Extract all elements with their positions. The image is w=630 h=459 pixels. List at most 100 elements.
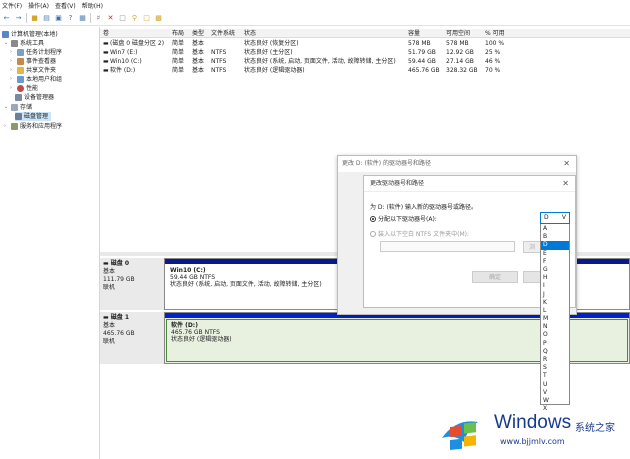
extended-view-icon[interactable]: ▦ [78, 13, 87, 22]
disk-icon: ▬ [103, 260, 111, 267]
collapse-icon[interactable]: ⌄ [4, 103, 9, 112]
drive-letter-option[interactable]: U [541, 381, 569, 389]
tree-event-viewer[interactable]: › 事件查看器 [10, 57, 56, 66]
up-folder-icon[interactable]: ■ [30, 13, 39, 22]
forward-icon[interactable]: → [14, 13, 23, 22]
column-header-filesystem[interactable]: 文件系统 [211, 29, 235, 38]
drive-letter-option[interactable]: V [541, 389, 569, 397]
drive-letter-option[interactable]: I [541, 282, 569, 290]
disk-0-name: 磁盘 0 [110, 260, 130, 267]
drive-letter-option[interactable]: J [541, 291, 569, 299]
column-header-percent-free[interactable]: % 可用 [485, 29, 505, 38]
computer-icon [2, 31, 9, 38]
chevron-down-icon[interactable]: V [562, 213, 566, 223]
tree-device-manager[interactable]: 设备管理器 [15, 93, 54, 102]
drive-letter-option[interactable]: O [541, 331, 569, 339]
tree-local-users[interactable]: › 本地用户和组 [10, 75, 62, 84]
radio-selected-icon[interactable] [370, 215, 376, 222]
drive-letter-option[interactable]: B [541, 233, 569, 241]
tree-root-label: 计算机管理(本地) [11, 31, 58, 38]
volume-filesystem: NTFS [211, 49, 227, 56]
disk-1-label[interactable]: ▬ 磁盘 1 基本 465.76 GB 联机 [100, 312, 164, 364]
drive-letter-option[interactable]: S [541, 364, 569, 372]
drive-letter-option[interactable]: R [541, 356, 569, 364]
inner-ok-button[interactable]: 确定 [472, 271, 518, 283]
expand-icon[interactable]: › [10, 66, 15, 75]
drive-letter-option[interactable]: G [541, 266, 569, 274]
drive-letter-option[interactable]: A [541, 225, 569, 233]
drive-letter-option[interactable]: F [541, 258, 569, 266]
drive-letter-option[interactable]: K [541, 299, 569, 307]
expand-icon[interactable]: › [10, 75, 15, 84]
menu-action[interactable]: 操作(A) [28, 1, 49, 10]
new-document-icon[interactable]: □ [118, 13, 127, 22]
drive-letter-option[interactable]: L [541, 307, 569, 315]
connect-icon[interactable]: ♯ [94, 13, 103, 22]
mount-folder-option[interactable]: 装入以下空白 NTFS 文件夹中(M): [370, 229, 469, 238]
menu-view[interactable]: 查看(V) [55, 1, 76, 10]
help-icon[interactable]: ? [66, 13, 75, 22]
device-manager-icon [15, 94, 22, 101]
search-document-icon[interactable]: ⚲ [130, 13, 139, 22]
disk-0-type: 基本 [103, 268, 116, 275]
delete-icon[interactable]: ✕ [106, 13, 115, 22]
column-header-volume[interactable]: 卷 [103, 29, 109, 38]
open-folder-icon[interactable]: □ [142, 13, 151, 22]
radio-unselected-icon[interactable] [370, 230, 376, 237]
disk-0-status: 联机 [103, 284, 116, 291]
folder-path-input[interactable] [380, 241, 515, 252]
properties-icon[interactable]: ▣ [54, 13, 63, 22]
drive-letter-option[interactable]: E [541, 250, 569, 258]
collapse-icon[interactable]: ⌄ [4, 39, 9, 48]
column-header-capacity[interactable]: 容量 [408, 29, 420, 38]
volume-capacity: 59.44 GB [408, 58, 436, 65]
disk-management-icon [15, 113, 22, 120]
column-header-type[interactable]: 类型 [192, 29, 204, 38]
menu-file[interactable]: 文件(F) [2, 1, 22, 10]
tree-services[interactable]: › 服务和应用程序 [4, 122, 62, 131]
volume-status: 状态良好 (逻辑驱动器) [244, 67, 305, 74]
drive-letter-option[interactable]: P [541, 340, 569, 348]
column-header-free-space[interactable]: 可用空间 [446, 29, 470, 38]
tree-disk-management[interactable]: 磁盘管理 [15, 112, 52, 121]
table-row[interactable]: ▬ (磁盘 0 磁盘分区 2) 简单 基本 状态良好 (恢复分区) 578 MB… [100, 39, 630, 48]
dialog-title: 更改 D: (软件) 的驱动器号和路径 [338, 156, 576, 172]
column-header-status[interactable]: 状态 [244, 29, 256, 38]
console-tree-icon[interactable]: ▤ [42, 13, 51, 22]
drive-letter-option[interactable]: Q [541, 348, 569, 356]
properties-doc-icon[interactable]: ▩ [154, 13, 163, 22]
drive-letter-option[interactable]: W [541, 397, 569, 405]
expand-icon[interactable]: › [4, 122, 9, 131]
close-icon[interactable]: ✕ [562, 176, 569, 192]
expand-icon[interactable]: › [10, 84, 15, 93]
close-icon[interactable]: ✕ [563, 156, 570, 172]
navigation-tree: 计算机管理(本地) ⌄ 系统工具 › 任务计划程序 › 事件查看器 › 共享文件… [0, 27, 100, 459]
watermark: Windows 系统之家 www.bjjmlv.com [440, 408, 630, 456]
table-row[interactable]: ▬ Win7 (E:) 简单 基本 NTFS 状态良好 (主分区) 51.79 … [100, 48, 630, 57]
column-header-layout[interactable]: 布局 [172, 29, 184, 38]
drive-letter-option-selected[interactable]: D [541, 241, 569, 250]
drive-letter-option[interactable]: H [541, 274, 569, 282]
browse-button[interactable]: 浏 [523, 241, 541, 253]
assign-letter-option[interactable]: 分配以下驱动器号(A): [370, 214, 437, 223]
tree-performance[interactable]: › 性能 [10, 84, 38, 93]
back-icon[interactable]: ← [2, 13, 11, 22]
drive-letter-combo[interactable]: D V [540, 212, 570, 224]
volume-name: Win7 (E:) [110, 49, 138, 56]
drive-letter-option[interactable]: T [541, 372, 569, 380]
expand-icon[interactable]: › [10, 48, 15, 57]
expand-icon[interactable]: › [10, 57, 15, 66]
tree-task-scheduler[interactable]: › 任务计划程序 [10, 48, 62, 57]
tree-system-tools[interactable]: ⌄ 系统工具 [4, 39, 44, 48]
disk-0-label[interactable]: ▬ 磁盘 0 基本 111.79 GB 联机 [100, 258, 164, 310]
table-row[interactable]: ▬ 软件 (D:) 简单 基本 NTFS 状态良好 (逻辑驱动器) 465.76… [100, 66, 630, 75]
table-row[interactable]: ▬ Win10 (C:) 简单 基本 NTFS 状态良好 (系统, 启动, 页面… [100, 57, 630, 66]
tree-storage[interactable]: ⌄ 存储 [4, 103, 32, 112]
windows-logo-icon [442, 421, 478, 450]
menu-help[interactable]: 帮助(H) [82, 1, 103, 10]
tree-shared-folders[interactable]: › 共享文件夹 [10, 66, 56, 75]
drive-letter-option[interactable]: M [541, 315, 569, 323]
drive-letter-dropdown-list[interactable]: A B D E F G H I J K L M N O P Q R S T U … [540, 212, 570, 412]
drive-letter-option[interactable]: N [541, 323, 569, 331]
tree-root[interactable]: 计算机管理(本地) [2, 30, 58, 39]
